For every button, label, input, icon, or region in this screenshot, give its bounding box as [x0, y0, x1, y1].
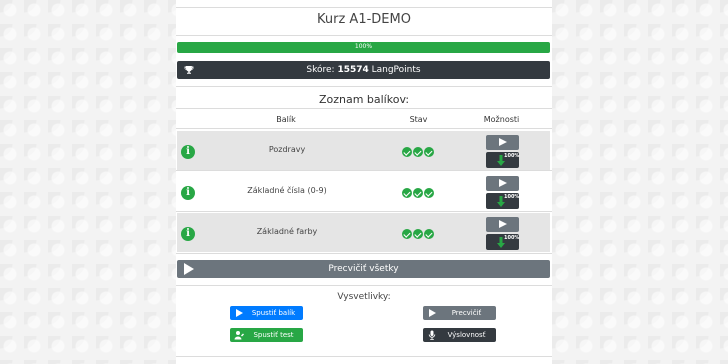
package-name: Základné farby	[256, 227, 318, 236]
check-circle-icon	[424, 188, 434, 198]
divider	[176, 356, 552, 357]
download-percent: 100%	[504, 194, 520, 200]
package-status	[402, 147, 434, 157]
divider	[176, 253, 552, 254]
play-package-button[interactable]	[486, 217, 519, 232]
legend-label: Výslovnosť	[447, 331, 486, 339]
packages-heading: Zoznam balíkov:	[318, 93, 410, 106]
column-header-package: Balík	[276, 115, 296, 124]
score-value: 15574	[337, 65, 369, 75]
divider	[176, 170, 552, 171]
play-package-button[interactable]	[486, 135, 519, 150]
legend-label: Spustiť balík	[251, 309, 296, 317]
trophy-icon	[184, 66, 194, 74]
legend-pronunciation: Výslovnosť	[423, 328, 496, 342]
check-circle-icon	[413, 188, 423, 198]
check-circle-icon	[424, 229, 434, 239]
download-package-button[interactable]: 100%	[486, 234, 519, 250]
practice-all-button[interactable]: Precvičiť všetky	[177, 260, 550, 278]
check-circle-icon	[402, 188, 412, 198]
score-bar: Skóre: 15574 LangPoints	[177, 61, 550, 79]
course-panel: Kurz A1-DEMO 100% Skóre: 15574 LangPoint…	[176, 0, 552, 364]
download-package-button[interactable]: 100%	[486, 152, 519, 168]
check-circle-icon	[402, 229, 412, 239]
legend-start-test: Spustiť test	[230, 328, 303, 342]
divider	[176, 211, 552, 212]
package-name: Základné čísla (0-9)	[247, 186, 327, 195]
column-header-status: Stav	[409, 115, 428, 124]
legend-practice: Precvičiť	[423, 306, 496, 320]
package-status	[402, 229, 434, 239]
package-row: i Základné farby 100%	[177, 213, 550, 252]
divider	[176, 7, 552, 8]
play-icon	[236, 309, 243, 317]
play-package-button[interactable]	[486, 176, 519, 191]
legend-label: Precvičiť	[451, 309, 482, 317]
check-circle-icon	[424, 147, 434, 157]
check-circle-icon	[413, 229, 423, 239]
user-edit-icon	[234, 331, 244, 340]
package-row: i Pozdravy 100%	[177, 131, 550, 170]
download-package-button[interactable]: 100%	[486, 193, 519, 209]
check-circle-icon	[402, 147, 412, 157]
info-icon[interactable]: i	[181, 186, 195, 200]
page-title: Kurz A1-DEMO	[317, 12, 411, 27]
column-header-options: Možnosti	[483, 115, 520, 124]
legend-start-package: Spustiť balík	[230, 306, 303, 320]
info-icon[interactable]: i	[181, 145, 195, 159]
divider	[176, 128, 552, 129]
divider	[176, 35, 552, 36]
divider	[176, 285, 552, 286]
info-icon[interactable]: i	[181, 227, 195, 241]
divider	[176, 86, 552, 87]
microphone-icon	[428, 330, 436, 340]
divider	[176, 108, 552, 109]
play-icon	[429, 309, 436, 317]
package-status	[402, 188, 434, 198]
download-percent: 100%	[504, 153, 520, 159]
package-name: Pozdravy	[268, 145, 306, 154]
progress-label: 100%	[354, 43, 373, 50]
check-circle-icon	[413, 147, 423, 157]
legend-label: Spustiť test	[253, 331, 294, 339]
score-prefix: Skóre:	[306, 65, 338, 75]
legend-title: Vysvetlivky:	[337, 292, 391, 302]
course-progress-bar: 100%	[177, 42, 550, 53]
download-percent: 100%	[504, 235, 520, 241]
package-row: i Základné čísla (0-9) 100%	[177, 172, 550, 211]
score-suffix: LangPoints	[368, 65, 421, 75]
